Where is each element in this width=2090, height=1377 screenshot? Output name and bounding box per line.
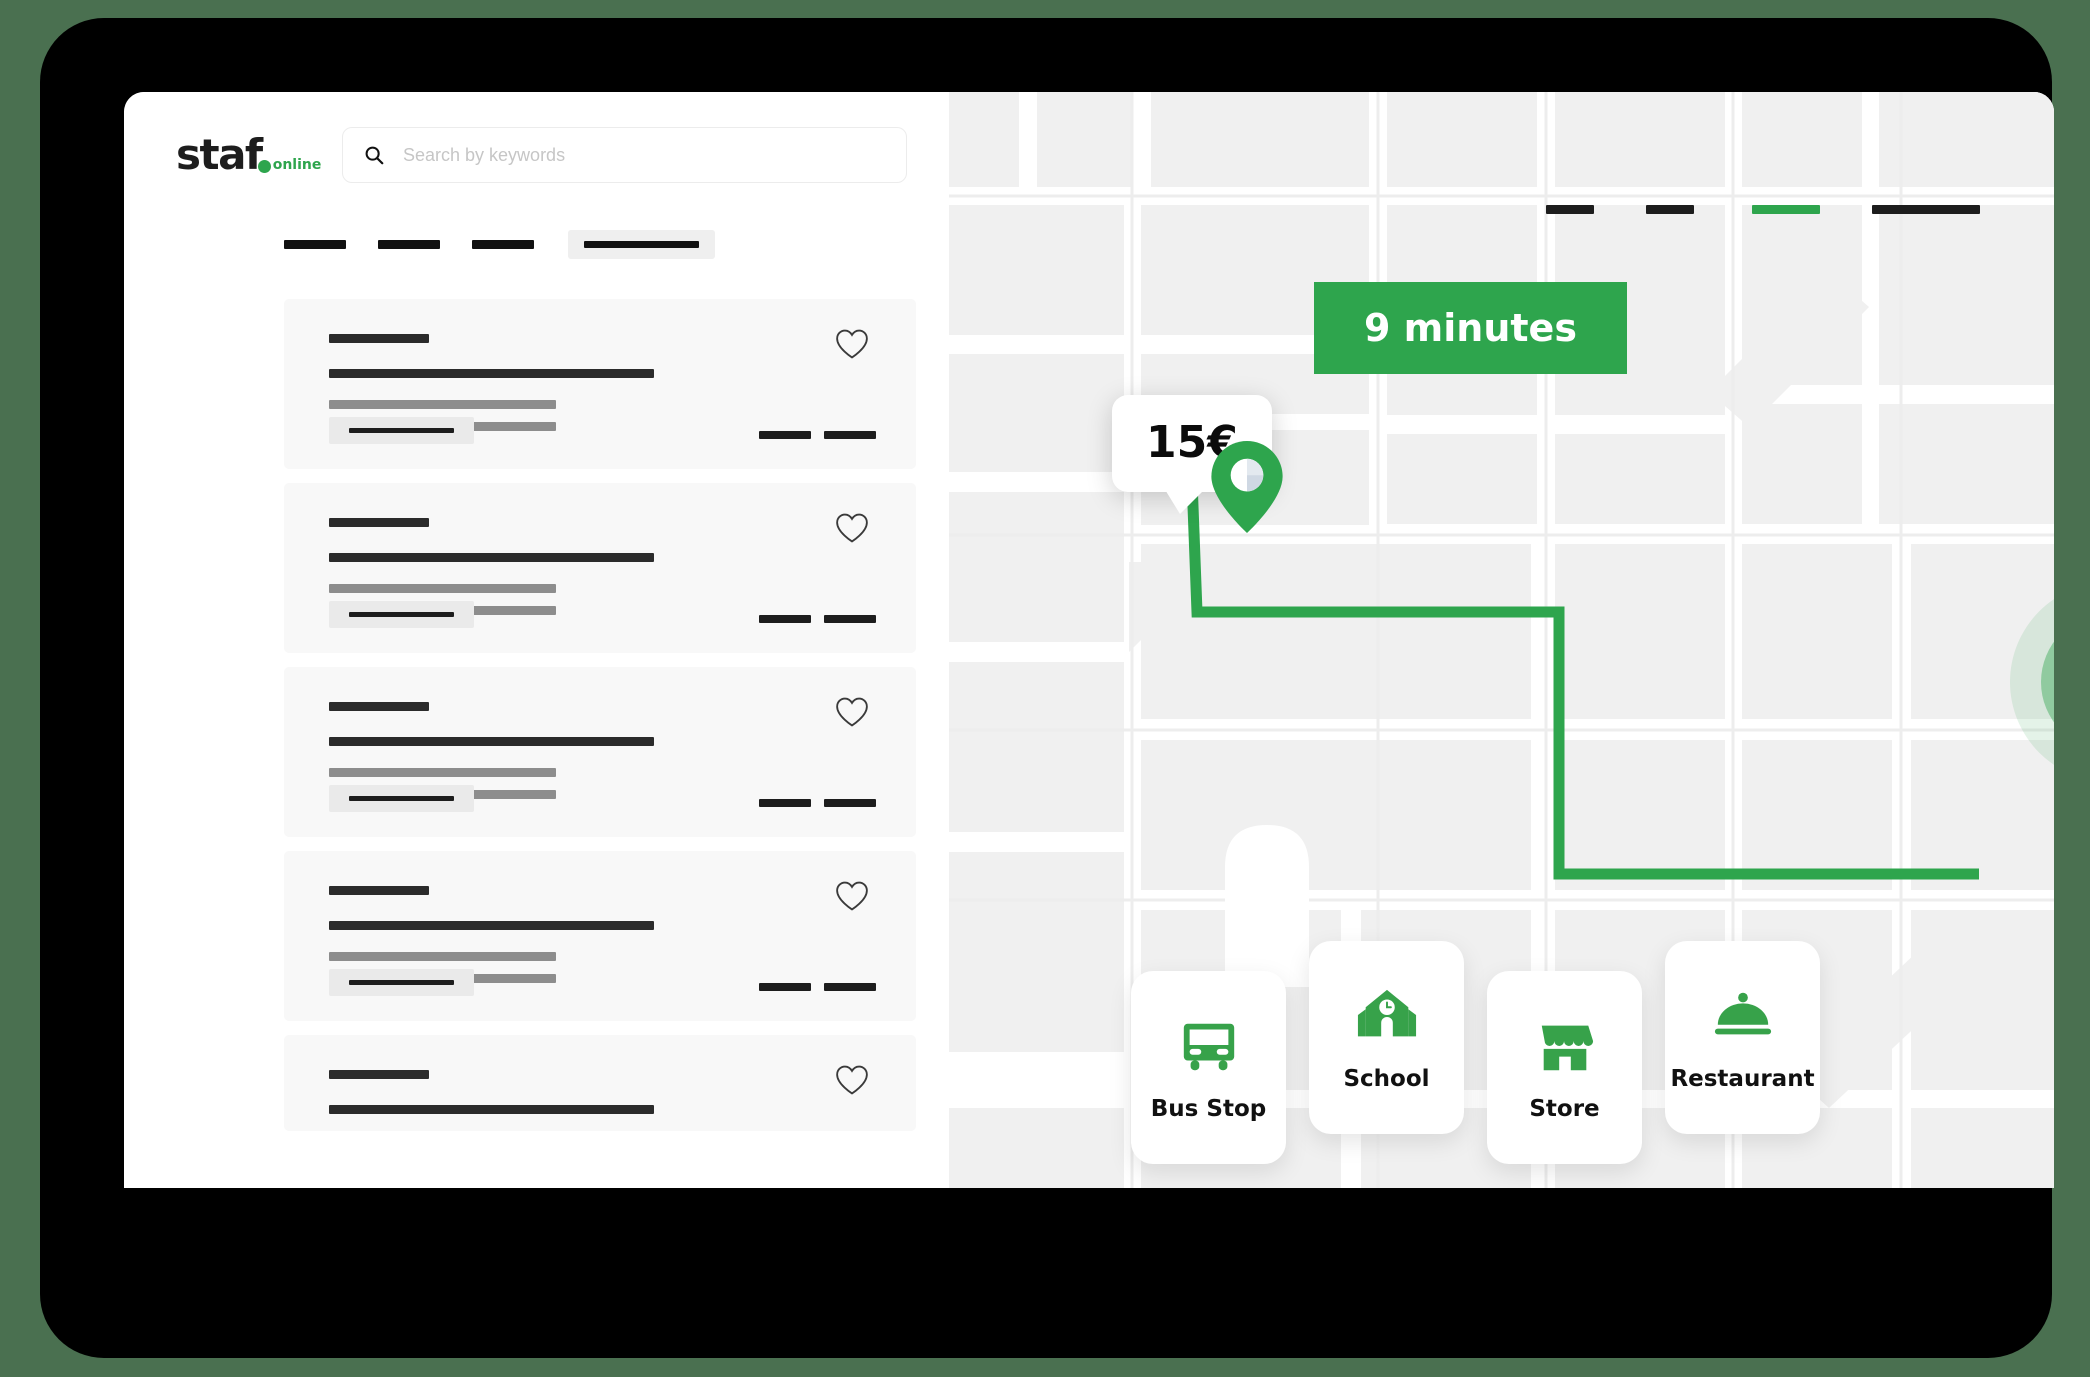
heart-outline-icon[interactable] [835,879,869,913]
price-marker[interactable]: 15€ [1112,395,1283,533]
listing-card[interactable] [284,299,916,469]
poi-row: Bus Stop School Store Restaurant [1131,941,1820,1164]
school-icon [1357,989,1416,1036]
listings-list [124,299,949,1131]
poi-label: School [1343,1065,1430,1092]
nav-item-1[interactable] [1646,205,1694,214]
app-header: staf online Search by keywords [124,92,949,188]
listing-tag[interactable] [329,601,474,628]
listing-card[interactable] [284,851,916,1021]
heart-outline-icon[interactable] [835,327,869,361]
listing-tag-label [349,428,454,433]
travel-time-badge: 9 minutes [1314,282,1627,374]
listing-title [329,334,429,343]
search-input[interactable]: Search by keywords [342,127,907,183]
listing-tag[interactable] [329,785,474,812]
listing-tag-label [349,796,454,801]
listing-detail-line-1 [329,400,556,409]
nav-item-0[interactable] [1546,205,1594,214]
listing-subtitle [329,369,654,378]
green-dot-icon [257,160,271,173]
listing-title [329,1070,429,1079]
listing-price-part-1 [759,615,811,623]
heart-outline-icon[interactable] [835,695,869,729]
app-screen: staf online Search by keywords 9 minutes… [124,92,2054,1188]
search-icon [365,146,384,165]
listing-subtitle [329,553,654,562]
listing-card[interactable] [284,1035,916,1131]
restaurant-icon [1714,992,1771,1034]
listing-card[interactable] [284,483,916,653]
listing-tag[interactable] [329,969,474,996]
listing-price-part-2 [824,431,876,439]
poi-label: Store [1529,1095,1600,1122]
store-icon [1541,1025,1593,1070]
app-logo[interactable]: staf online [154,130,321,179]
top-navigation [1546,205,1980,214]
listing-price [759,615,876,623]
filter-chip-3[interactable] [568,230,715,259]
listing-title [329,518,429,527]
listing-subtitle [329,737,654,746]
listings-panel: staf online Search by keywords [124,92,949,1188]
listing-card[interactable] [284,667,916,837]
listing-price-part-1 [759,983,811,991]
listing-detail-line-1 [329,952,556,961]
search-placeholder: Search by keywords [403,144,566,165]
filter-item-1[interactable] [378,240,440,249]
nav-item-3[interactable] [1872,205,1980,214]
poi-label: Restaurant [1670,1065,1815,1092]
listing-price [759,983,876,991]
poi-card-restaurant[interactable]: Restaurant [1665,941,1820,1134]
listing-tag-label [349,612,454,617]
heart-outline-icon[interactable] [835,511,869,545]
poi-card-school[interactable]: School [1309,941,1464,1134]
listing-title [329,702,429,711]
listing-price [759,431,876,439]
listing-price-part-1 [759,431,811,439]
listing-tag[interactable] [329,417,474,444]
listing-price-part-2 [824,615,876,623]
poi-label: Bus Stop [1150,1095,1267,1122]
poi-card-bus-stop[interactable]: Bus Stop [1131,971,1286,1164]
logo-wordmark: staf [176,130,263,179]
bus-icon [1183,1023,1234,1070]
map-pin-icon [1211,441,1283,533]
listing-subtitle [329,1105,654,1114]
listing-price-part-2 [824,799,876,807]
filter-item-2[interactable] [472,240,534,249]
poi-card-store[interactable]: Store [1487,971,1642,1164]
listing-tag-label [349,980,454,985]
listing-price-part-1 [759,799,811,807]
listing-title [329,886,429,895]
filter-chip-label [584,241,699,248]
listing-detail-line-1 [329,584,556,593]
map-panel[interactable]: 9 minutes 15€ Bus Stop School Store Restaur… [949,92,2054,1188]
listing-detail-line-1 [329,768,556,777]
listing-subtitle [329,921,654,930]
device-frame: staf online Search by keywords 9 minutes… [40,18,2054,1358]
logo-subtext: online [272,157,322,173]
filter-bar [284,230,949,259]
heart-outline-icon[interactable] [835,1063,869,1097]
listing-price [759,799,876,807]
nav-item-2[interactable] [1752,205,1820,214]
filter-item-0[interactable] [284,240,346,249]
listing-price-part-2 [824,983,876,991]
